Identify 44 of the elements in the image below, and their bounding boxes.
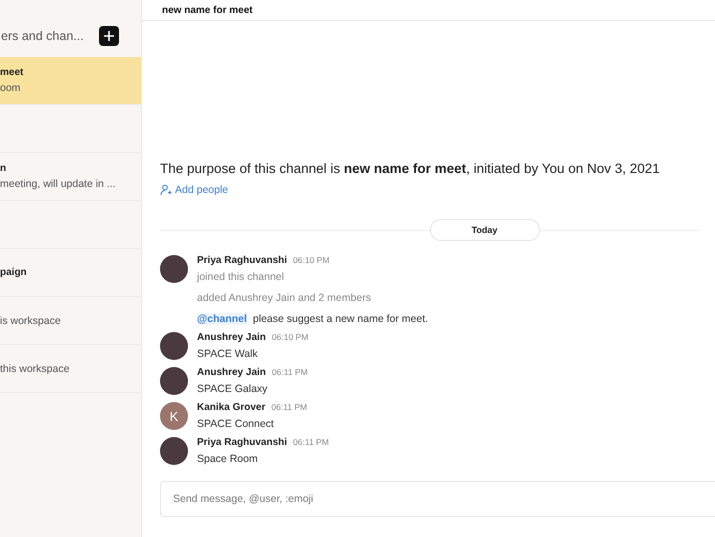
add-button[interactable] [99,26,119,46]
person-add-icon [160,184,172,196]
channel-item[interactable]: this workspace [0,345,141,393]
channel-preview: oom [0,82,22,94]
plus-icon [103,30,115,42]
user-name: Kanika Grover [197,402,266,413]
message-text: added Anushrey Jain and 2 members [197,292,371,304]
channel-name: meet [0,67,24,78]
message-text: SPACE Galaxy [197,383,268,395]
channel-item[interactable]: meet oom [0,57,141,105]
avatar: K [160,402,188,430]
avatar-photo-placeholder [160,367,188,395]
channel-preview: meeting, will update in ... [0,178,117,190]
avatar-photo-placeholder [160,437,188,465]
add-people-link[interactable]: Add people [160,184,228,196]
avatar-photo-placeholder [160,255,188,283]
message-text: SPACE Connect [197,418,274,430]
message-text: please suggest a new name for meet. [252,313,428,325]
avatar-photo-placeholder [160,332,188,360]
message-time: 06:11 PM [293,437,329,447]
message-time: 06:11 PM [271,402,308,412]
date-divider: Today [430,219,540,241]
channel-preview: this workspace [0,362,70,374]
user-name: Anushrey Jain [197,367,266,378]
message-text: joined this channel [197,271,284,283]
message-time: 06:10 PM [293,255,330,265]
channel-purpose: The purpose of this channel is new name for meet, initiated by You on Nov 3, 2021 [160,161,661,176]
channel-name: paign [0,267,28,278]
message-text: Space Room [197,453,258,465]
message-time: 06:10 PM [272,332,308,342]
user-name: Anushrey Jain [197,332,266,343]
channel-preview: is workspace [0,314,62,326]
message-text: SPACE Walk [197,348,258,360]
user-name: Priya Raghuvanshi [197,255,288,266]
channel-name: n [0,163,8,174]
message-time: 06:11 PM [272,367,308,377]
mention-tag[interactable]: @channel [197,313,247,325]
message-input[interactable]: Send message, @user, :emoji [160,481,715,517]
user-name: Priya Raghuvanshi [197,437,288,448]
channel-item[interactable]: n meeting, will update in ... [0,153,141,201]
search-field[interactable]: ers and chan... [0,29,93,43]
channel-item[interactable]: is workspace [0,297,141,345]
channel-item[interactable]: paign [0,249,141,297]
channel-title: new name for meet [162,4,253,16]
